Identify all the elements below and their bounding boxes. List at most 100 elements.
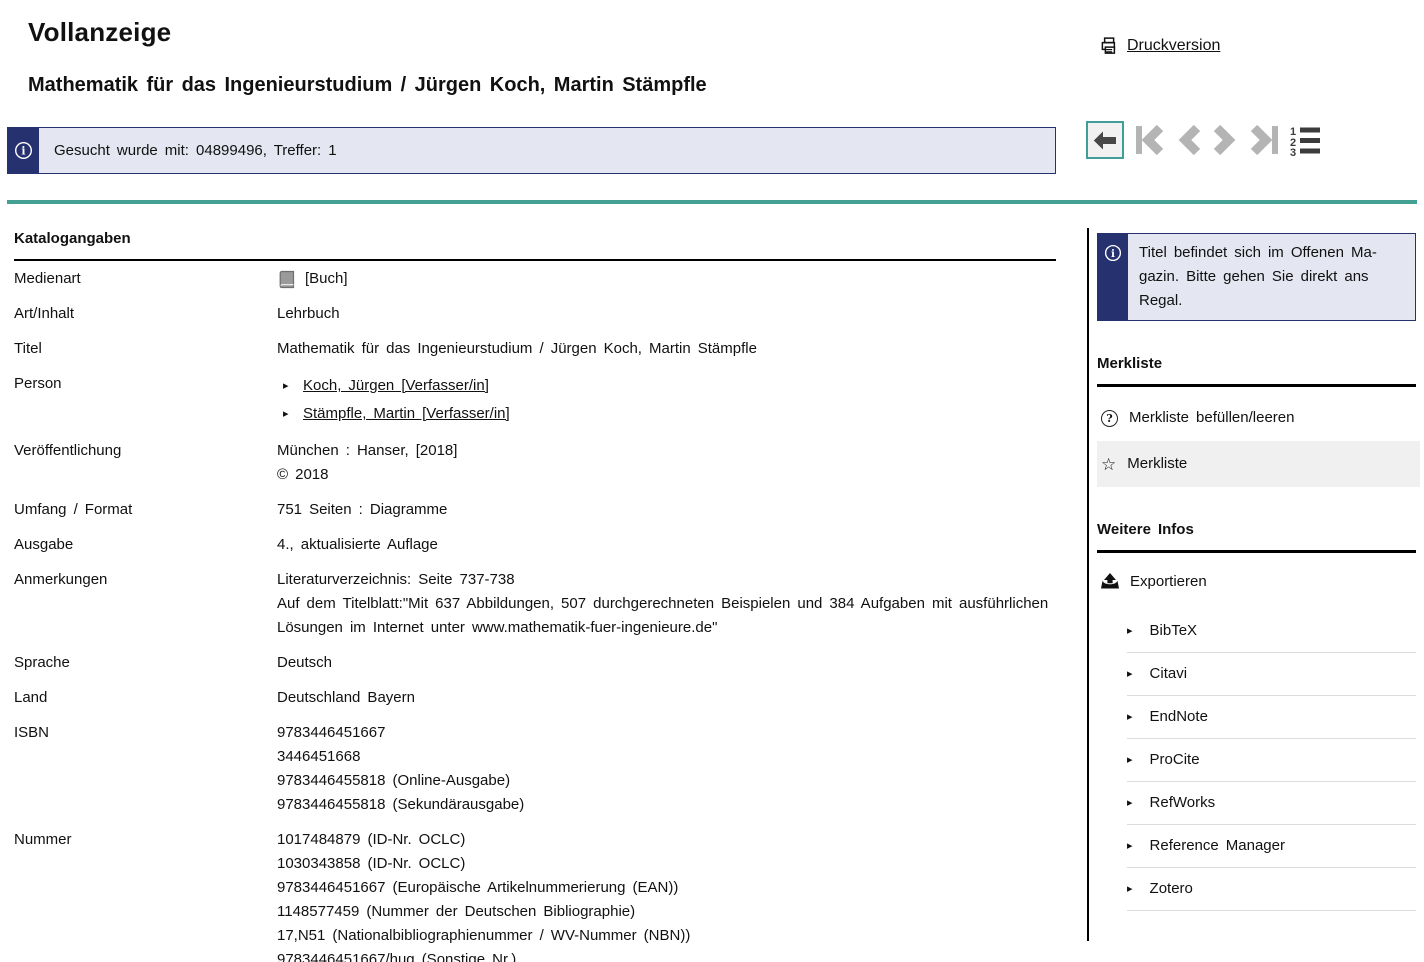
first-result-button[interactable] <box>1134 123 1166 157</box>
row-value: 978344645166734464516689783446455818 (On… <box>277 718 524 817</box>
row-value: ▸Koch, Jürgen [Verfasser/in]▸Stämpfle, M… <box>277 369 510 428</box>
row-value: 751 Seiten : Diagramme <box>277 495 447 522</box>
export-option-label: EndNote <box>1150 707 1208 727</box>
catalog-heading: Katalogangaben <box>14 230 1056 261</box>
svg-text:i: i <box>21 145 25 158</box>
info-icon: i <box>14 141 33 160</box>
export-option[interactable]: ▸Citavi <box>1127 653 1416 696</box>
row-value-text: © 2018 <box>277 463 328 487</box>
export-option-label: ProCite <box>1150 750 1200 770</box>
row-label: Medienart <box>14 264 277 291</box>
person-link[interactable]: Koch, Jürgen [Verfasser/in] <box>303 374 489 398</box>
row-value-text: Deutschland Bayern <box>277 686 415 710</box>
row-value-text: 9783446451667 <box>277 721 385 745</box>
result-list-button[interactable]: 1 2 3 <box>1290 125 1321 156</box>
merkliste-item[interactable]: ☆ Merkliste <box>1097 441 1420 487</box>
triangle-bullet-icon: ▸ <box>1127 664 1133 684</box>
row-value-text: 17,N51 (Nationalbibliographienummer / WV… <box>277 924 690 948</box>
row-value: 1017484879 (ID-Nr. OCLC)1030343858 (ID-N… <box>277 825 690 962</box>
export-icon <box>1101 573 1119 590</box>
table-row: VeröffentlichungMünchen : Hanser, [2018]… <box>14 436 1056 487</box>
triangle-bullet-icon: ▸ <box>1127 750 1133 770</box>
next-result-button[interactable] <box>1212 123 1238 157</box>
weitere-infos-heading: Weitere Infos <box>1097 521 1416 553</box>
back-to-results-button[interactable] <box>1086 121 1124 159</box>
export-list: ▸BibTeX▸Citavi▸EndNote▸ProCite▸RefWorks▸… <box>1097 610 1416 911</box>
triangle-bullet-icon: ▸ <box>1127 793 1133 813</box>
row-label: Person <box>14 369 277 428</box>
row-value-text: Lehrbuch <box>277 302 340 326</box>
export-option[interactable]: ▸ EndNote <box>1127 696 1416 739</box>
info-icon: i <box>1104 244 1122 320</box>
row-value-text: [Buch] <box>305 267 348 291</box>
table-row: Medienart [Buch] <box>14 264 1056 291</box>
row-value: [Buch] <box>277 264 348 291</box>
table-row: Nummer1017484879 (ID-Nr. OCLC)1030343858… <box>14 825 1056 962</box>
row-value-text: 3446451668 <box>277 745 360 769</box>
export-option-label: Zotero <box>1150 879 1193 899</box>
row-value-text: Mathematik für das Ingenieurstudium / Jü… <box>277 337 757 361</box>
catalog-section: Katalogangaben Medienart [Buch] Art/Inhalt… <box>14 228 1056 962</box>
row-value-text: 751 Seiten : Diagramme <box>277 498 447 522</box>
merkliste-label: Merkliste <box>1127 454 1187 474</box>
table-row: Umfang / Format751 Seiten : Diagramme <box>14 495 1056 522</box>
export-option[interactable]: ▸Reference Manager <box>1127 825 1416 868</box>
row-value-text: Literaturverzeichnis: Seite 737-738 <box>277 568 515 592</box>
export-option-label: BibTeX <box>1150 621 1198 641</box>
export-option[interactable]: ▸Zotero <box>1127 868 1416 911</box>
previous-result-button[interactable] <box>1176 123 1202 157</box>
row-value: 4., aktualisierte Auflage <box>277 530 438 557</box>
row-label: Nummer <box>14 825 277 962</box>
row-value: Lehrbuch <box>277 299 340 326</box>
merkliste-fill-empty-item[interactable]: ? Merkliste befüllen/leeren <box>1097 395 1416 441</box>
row-value: Deutschland Bayern <box>277 683 415 710</box>
previous-page-icon <box>1176 123 1202 157</box>
row-value-text: München : Hanser, [2018] <box>277 439 457 463</box>
table-row: LandDeutschland Bayern <box>14 683 1056 710</box>
row-value-text: 9783446451667/hug (Sonstige Nr.) <box>277 948 516 962</box>
row-value-text: 9783446451667 (Europäische Artikelnummer… <box>277 876 678 900</box>
print-version-label[interactable]: Druckversion <box>1127 37 1220 55</box>
table-row: ISBN978344645166734464516689783446455818… <box>14 718 1056 817</box>
export-option[interactable]: ▸ RefWorks <box>1127 782 1416 825</box>
export-option[interactable]: ▸ ProCite <box>1127 739 1416 782</box>
table-row: Ausgabe4., aktualisierte Auflage <box>14 530 1056 557</box>
row-value: Mathematik für das Ingenieurstudium / Jü… <box>277 334 757 361</box>
person-link[interactable]: Stämpfle, Martin [Verfasser/in] <box>303 402 510 426</box>
notice-text: Titel befindet sich im Offenen Ma­gazin.… <box>1128 234 1415 320</box>
row-label: ISBN <box>14 718 277 817</box>
notice-box: i Titel befindet sich im Offenen Ma­gazi… <box>1097 233 1416 321</box>
row-label: Anmerkungen <box>14 565 277 640</box>
row-label: Land <box>14 683 277 710</box>
question-circle-icon: ? <box>1101 410 1118 427</box>
row-value-text: 9783446455818 (Online-Ausgabe) <box>277 769 510 793</box>
row-value-text: 1017484879 (ID-Nr. OCLC) <box>277 828 465 852</box>
printer-icon <box>1100 37 1119 55</box>
row-value: Deutsch <box>277 648 332 675</box>
catalog-table: Medienart [Buch] Art/InhaltLehrbuchTitelMa… <box>14 264 1056 962</box>
svg-text:3: 3 <box>1290 147 1296 156</box>
merkliste-heading: Merkliste <box>1097 355 1416 387</box>
row-label: Sprache <box>14 648 277 675</box>
row-label: Titel <box>14 334 277 361</box>
table-row: SpracheDeutsch <box>14 648 1056 675</box>
row-label: Ausgabe <box>14 530 277 557</box>
triangle-bullet-icon: ▸ <box>1127 707 1133 727</box>
table-row: Person▸Koch, Jürgen [Verfasser/in]▸Stämp… <box>14 369 1056 428</box>
row-value-text: 4., aktualisierte Auflage <box>277 533 438 557</box>
sidebar: i Titel befindet sich im Offenen Ma­gazi… <box>1087 228 1424 941</box>
print-version-link[interactable]: Druckversion <box>1100 37 1220 55</box>
row-label: Art/Inhalt <box>14 299 277 326</box>
row-value-text: 9783446455818 (Sekundärausgabe) <box>277 793 524 817</box>
export-option-label: RefWorks <box>1150 793 1216 813</box>
row-value-text: 1148577459 (Nummer der Deutschen Bibliog… <box>277 900 635 924</box>
table-row: AnmerkungenLiteraturverzeichnis: Seite 7… <box>14 565 1056 640</box>
row-value: München : Hanser, [2018]© 2018 <box>277 436 457 487</box>
export-button[interactable]: Exportieren <box>1097 561 1416 602</box>
last-result-button[interactable] <box>1248 123 1280 157</box>
export-option[interactable]: ▸BibTeX <box>1127 610 1416 653</box>
last-page-icon <box>1248 123 1280 157</box>
triangle-bullet-icon: ▸ <box>283 402 303 426</box>
star-icon: ☆ <box>1101 456 1116 473</box>
result-list-icon: 1 2 3 <box>1290 125 1321 156</box>
